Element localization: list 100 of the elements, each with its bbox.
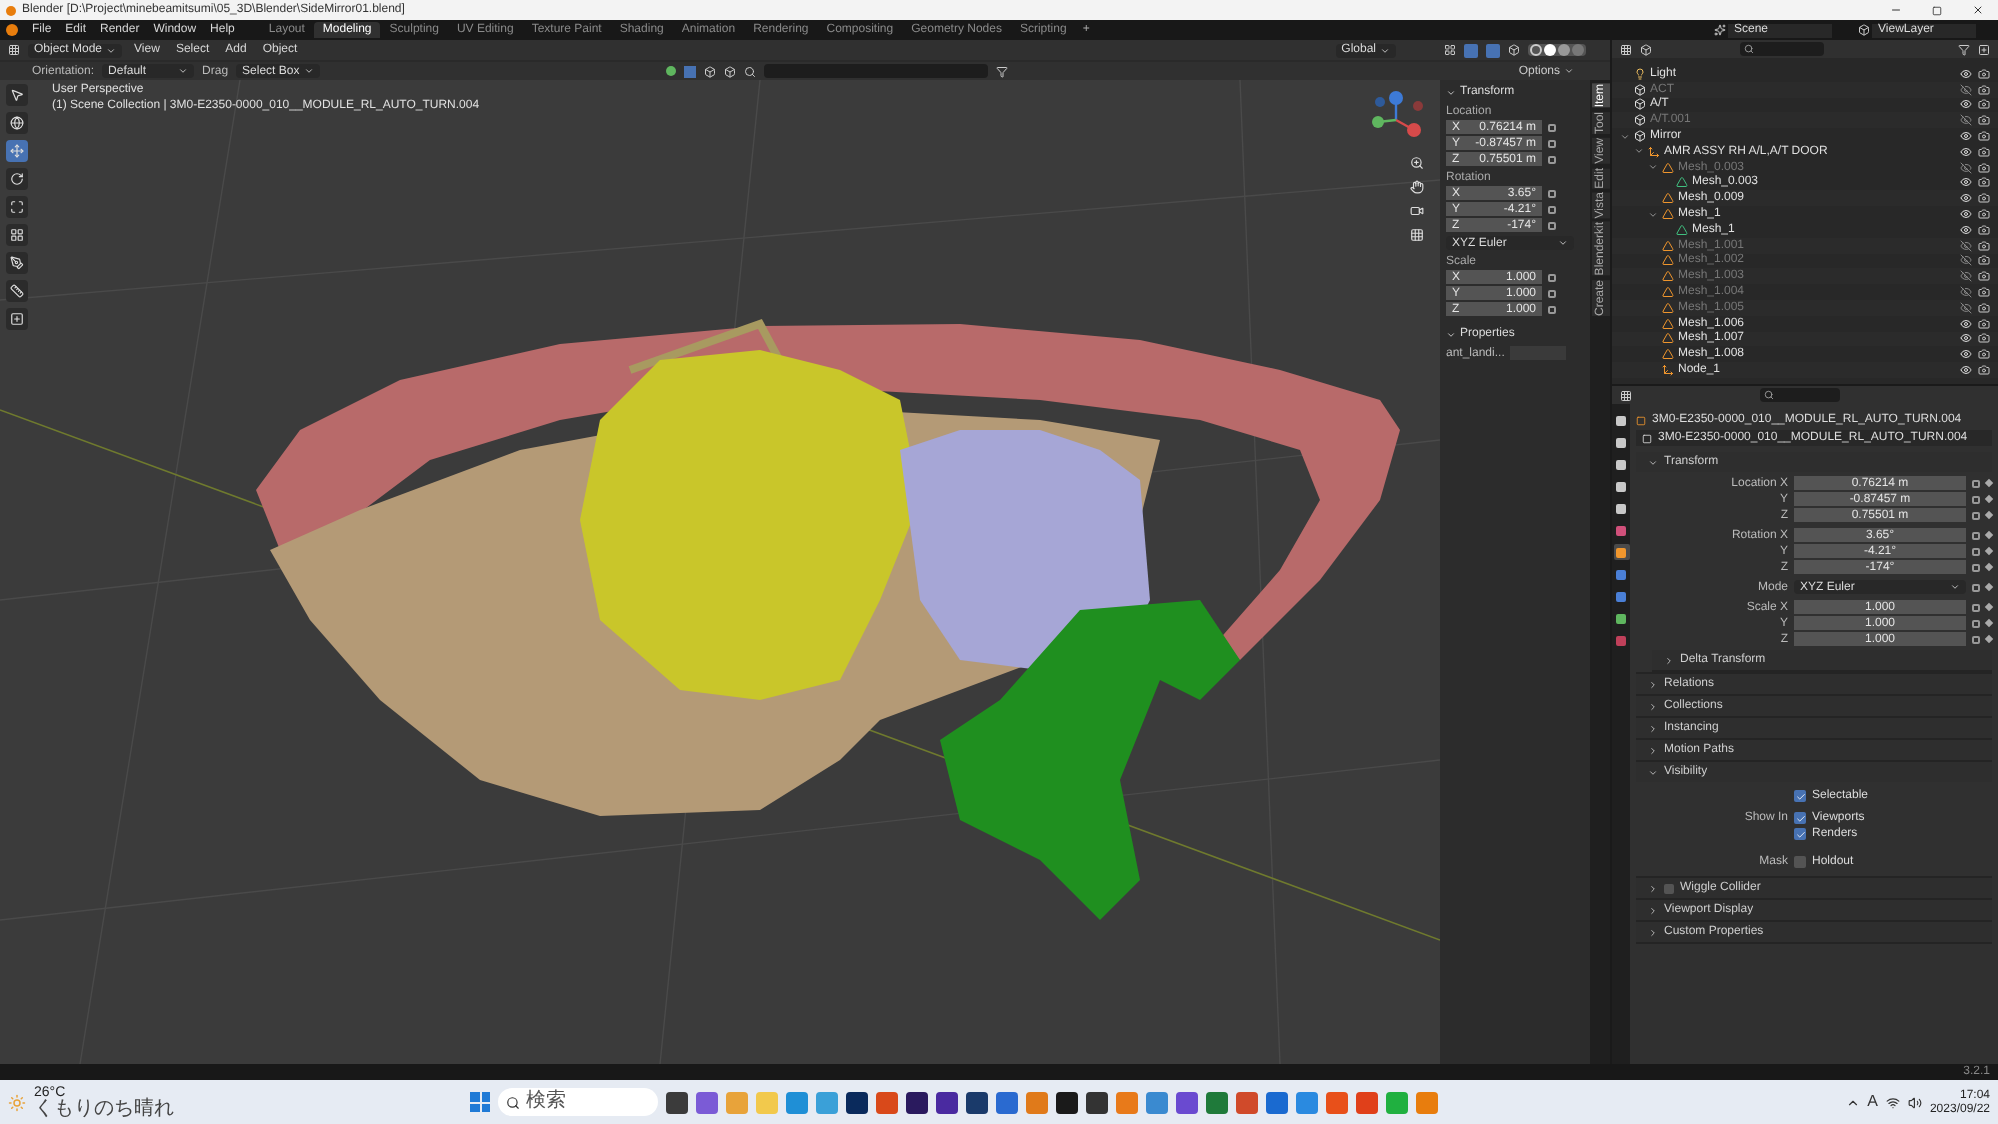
camera-icon[interactable]	[1978, 145, 1990, 158]
app-icon[interactable]	[846, 1091, 868, 1113]
camera-icon[interactable]	[1978, 192, 1990, 205]
app-icon[interactable]	[666, 1091, 688, 1113]
eye-closed-icon[interactable]	[1960, 114, 1972, 127]
eye-icon[interactable]	[1960, 208, 1972, 221]
tool-button[interactable]	[6, 140, 28, 162]
filter-icon[interactable]	[1958, 43, 1970, 55]
app-icon[interactable]	[936, 1091, 958, 1113]
eye-icon[interactable]	[1960, 67, 1972, 80]
tool-button[interactable]	[6, 252, 28, 274]
eye-closed-icon[interactable]	[1960, 83, 1972, 96]
grid-icon[interactable]	[1410, 228, 1424, 242]
new-collection-icon[interactable]	[1978, 43, 1990, 55]
editor-type-icon[interactable]	[8, 44, 20, 56]
check-icon	[1795, 791, 1805, 801]
search-icon	[1764, 390, 1774, 400]
camera-icon[interactable]	[1978, 364, 1990, 377]
minimize-icon[interactable]	[1890, 4, 1902, 16]
filter-icon[interactable]	[995, 65, 1008, 77]
search-field[interactable]: 検索	[498, 1088, 658, 1116]
camera-icon[interactable]	[1978, 223, 1990, 236]
eye-icon[interactable]	[1960, 348, 1972, 361]
camera-icon[interactable]	[1978, 83, 1990, 96]
display-mode-icon[interactable]	[1620, 43, 1632, 55]
eye-icon[interactable]	[1960, 98, 1972, 111]
app-icon[interactable]	[966, 1091, 988, 1113]
wifi-icon[interactable]	[1885, 1095, 1900, 1109]
chevron-up-icon[interactable]	[1845, 1095, 1860, 1109]
overlay-toggle-icon[interactable]	[1464, 43, 1478, 57]
editor-type-icon[interactable]	[1620, 389, 1632, 401]
camera-icon[interactable]	[1978, 317, 1990, 330]
eye-closed-icon[interactable]	[1960, 239, 1972, 252]
camera-icon[interactable]	[1978, 161, 1990, 174]
camera-icon[interactable]	[1978, 176, 1990, 189]
collection-icon	[1634, 130, 1646, 143]
select-mode-icon[interactable]	[683, 65, 696, 77]
camera-icon[interactable]	[1978, 254, 1990, 267]
weather-text: くもりのち晴れ	[34, 1099, 176, 1119]
shading-buttons[interactable]	[1528, 44, 1586, 56]
tool-button[interactable]	[6, 224, 28, 246]
hand-icon[interactable]	[1410, 180, 1424, 194]
camera-icon[interactable]	[1978, 114, 1990, 127]
camera-icon[interactable]	[1978, 130, 1990, 143]
volume-icon[interactable]	[1907, 1095, 1922, 1109]
checkbox[interactable]	[1794, 828, 1806, 840]
close-icon[interactable]	[1972, 4, 1984, 16]
add-cube-icon	[10, 312, 24, 326]
eye-icon[interactable]	[1960, 145, 1972, 158]
eye-icon[interactable]	[1960, 364, 1972, 377]
camera-icon[interactable]	[1978, 208, 1990, 221]
gizmo-toggle-icon[interactable]	[1486, 43, 1500, 57]
wireframe-icon[interactable]	[1530, 44, 1542, 56]
app-icon[interactable]	[906, 1091, 928, 1113]
zoom-icon[interactable]	[1410, 156, 1424, 170]
search-icon	[743, 65, 756, 77]
tool-button[interactable]	[6, 168, 28, 190]
eye-closed-icon[interactable]	[1960, 270, 1972, 283]
eye-icon[interactable]	[1960, 317, 1972, 330]
collection-icon	[1634, 114, 1646, 127]
camera-icon[interactable]	[1978, 239, 1990, 252]
camera-icon[interactable]	[1978, 301, 1990, 314]
ime-indicator[interactable]: A	[1867, 1094, 1878, 1110]
tool-button[interactable]	[6, 112, 28, 134]
tool-button[interactable]	[6, 308, 28, 330]
camera-icon[interactable]	[1978, 348, 1990, 361]
checkbox[interactable]	[1664, 883, 1674, 893]
maximize-icon[interactable]	[1932, 5, 1942, 15]
camera-icon[interactable]	[1410, 204, 1424, 218]
start-button[interactable]	[470, 1092, 490, 1112]
camera-icon[interactable]	[1978, 98, 1990, 111]
caret-icon	[106, 45, 117, 55]
tool-button[interactable]	[6, 280, 28, 302]
eye-closed-icon[interactable]	[1960, 301, 1972, 314]
checkbox[interactable]	[1794, 790, 1806, 802]
checkbox[interactable]	[1794, 856, 1806, 868]
app-icon[interactable]	[1056, 1091, 1078, 1113]
camera-icon[interactable]	[1978, 286, 1990, 299]
eye-icon[interactable]	[1960, 223, 1972, 236]
camera-icon[interactable]	[1978, 270, 1990, 283]
eye-icon[interactable]	[1960, 192, 1972, 205]
search-field[interactable]	[1740, 42, 1824, 56]
eye-icon[interactable]	[1960, 130, 1972, 143]
camera-icon[interactable]	[1978, 332, 1990, 345]
caret-icon	[1564, 66, 1574, 76]
eye-closed-icon[interactable]	[1960, 161, 1972, 174]
eye-closed-icon[interactable]	[1960, 286, 1972, 299]
search-field[interactable]	[1760, 388, 1840, 402]
lock-icon[interactable]	[1972, 583, 1980, 591]
search-field[interactable]	[763, 64, 988, 78]
eye-closed-icon[interactable]	[1960, 254, 1972, 267]
app-icon[interactable]	[1086, 1091, 1108, 1113]
cursor-icon	[10, 88, 24, 102]
camera-icon[interactable]	[1978, 67, 1990, 80]
eye-icon[interactable]	[1960, 332, 1972, 345]
tool-button[interactable]	[6, 196, 28, 218]
tool-button[interactable]	[6, 84, 28, 106]
eye-icon[interactable]	[1960, 176, 1972, 189]
solid-icon[interactable]	[1544, 44, 1556, 56]
checkbox[interactable]	[1794, 812, 1806, 824]
